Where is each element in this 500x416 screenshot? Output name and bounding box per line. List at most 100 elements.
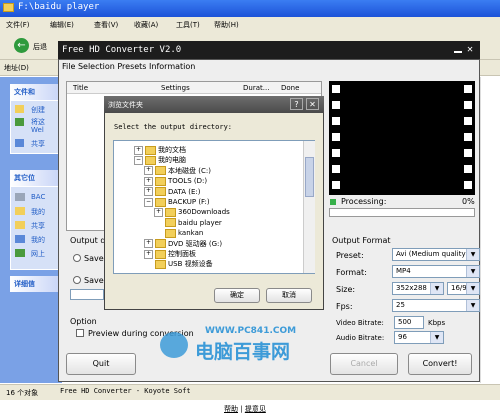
tree-item[interactable]: + 控制面板 — [144, 249, 196, 260]
expand-icon[interactable]: + — [144, 239, 153, 249]
film-holes-right — [464, 85, 472, 191]
menu-favorites[interactable]: 收藏(A) — [134, 20, 158, 30]
back-button-label[interactable]: 后退 — [33, 42, 47, 52]
expand-icon[interactable]: + — [134, 145, 143, 155]
cancel-button[interactable]: Cancel — [330, 353, 398, 375]
minimize-button[interactable] — [454, 45, 462, 53]
aspect-select[interactable]: 16/9 ▼ — [447, 282, 480, 295]
video-bitrate-label: Video Bitrate: — [336, 319, 384, 327]
other-places-title: 其它位 — [14, 174, 35, 182]
col-settings[interactable]: Settings — [161, 84, 190, 92]
file-tasks-header[interactable]: 文件和 — [10, 84, 62, 100]
preview-checkbox[interactable] — [76, 329, 84, 337]
tree-item[interactable]: − BACKUP (F:) — [144, 197, 210, 208]
expand-icon[interactable]: + — [144, 187, 153, 197]
tree-item-label: USB 视频设备 — [168, 260, 213, 269]
menu-information[interactable]: Information — [149, 62, 195, 71]
help-link[interactable]: 帮助 — [224, 405, 238, 413]
tree-item[interactable]: + 本地磁盘 (C:) — [144, 166, 211, 177]
expand-icon[interactable]: + — [154, 207, 163, 217]
menu-file[interactable]: 文件(F) — [6, 20, 30, 30]
menu-selection[interactable]: Selection — [78, 62, 115, 71]
tree-item[interactable]: baidu player — [154, 218, 222, 229]
drive-icon — [15, 193, 25, 201]
expand-icon[interactable]: + — [144, 249, 153, 259]
chevron-down-icon: ▼ — [466, 283, 479, 294]
chevron-down-icon: ▼ — [430, 332, 443, 343]
menu-view[interactable]: 查看(V) — [94, 20, 118, 30]
explorer-content-right — [480, 77, 500, 383]
menu-edit[interactable]: 编辑(E) — [50, 20, 74, 30]
radio-save-here-2[interactable] — [73, 276, 81, 284]
watermark-brand: 电脑百事网 — [195, 341, 291, 363]
dialog-close-button[interactable]: ✕ — [306, 98, 319, 110]
video-bitrate-input[interactable]: 500 — [394, 316, 424, 329]
task-item[interactable]: 创建 — [31, 105, 45, 115]
collapse-icon[interactable]: − — [134, 155, 143, 165]
audio-bitrate-select[interactable]: 96 ▼ — [394, 331, 444, 344]
col-title[interactable]: Title — [73, 84, 88, 92]
dialog-cancel-button[interactable]: 取消 — [266, 288, 312, 303]
converter-titlebar: Free HD Converter V2.0 ✕ — [58, 41, 480, 59]
folder-icon — [165, 218, 176, 228]
table-header-row: Title Settings Durat... Done — [67, 82, 321, 94]
menu-file[interactable]: File — [62, 62, 75, 71]
place-item[interactable]: 共享 — [31, 221, 45, 231]
task-item[interactable]: 共享 — [31, 139, 45, 149]
col-duration[interactable]: Durat... — [243, 84, 269, 92]
tree-item-label: DVD 驱动器 (G:) — [168, 239, 223, 248]
place-item[interactable]: 网上 — [31, 249, 45, 259]
output-path-field[interactable] — [70, 289, 104, 300]
place-item[interactable]: 我的 — [31, 207, 45, 217]
details-header[interactable]: 详细信 — [10, 276, 62, 292]
menu-help[interactable]: 帮助(H) — [214, 20, 239, 30]
task-item[interactable]: Wel — [31, 126, 44, 134]
menu-tools[interactable]: 工具(T) — [176, 20, 200, 30]
expand-icon[interactable]: + — [144, 176, 153, 186]
size-label: Size: — [336, 285, 356, 294]
tree-scrollbar[interactable] — [303, 141, 315, 273]
tree-item-label: DATA (E:) — [168, 187, 201, 196]
folder-icon — [155, 176, 166, 186]
converter-title: Free HD Converter V2.0 — [62, 45, 182, 55]
tree-item[interactable]: + DVD 驱动器 (G:) — [144, 239, 222, 250]
tree-item[interactable]: + DATA (E:) — [144, 187, 201, 198]
folder-tree[interactable]: + 我的文档 − 我的电脑 + 本地磁盘 (C:) + TOOLS (D:) + DATA (E:… — [113, 140, 315, 274]
object-count: 16 个对象 — [6, 389, 39, 397]
format-select[interactable]: MP4 ▼ — [392, 265, 480, 278]
dialog-ok-button[interactable]: 确定 — [214, 288, 260, 303]
place-item[interactable]: BAC — [31, 193, 45, 201]
feedback-link[interactable]: 提意见 — [245, 405, 266, 413]
tree-item[interactable]: +360Downloads — [154, 207, 230, 218]
tree-item[interactable]: + 我的文档 — [134, 145, 186, 156]
collapse-icon[interactable]: − — [144, 197, 153, 207]
tree-item-label: kankan — [178, 229, 204, 238]
folder-icon — [155, 166, 166, 176]
tree-item[interactable]: − 我的电脑 — [134, 155, 186, 166]
watermark-url: WWW.PC841.COM — [205, 326, 297, 336]
other-places-header[interactable]: 其它位 — [10, 170, 62, 186]
scroll-thumb[interactable] — [305, 157, 314, 197]
radio-save-here-1[interactable] — [73, 254, 81, 262]
fps-select[interactable]: 25 ▼ — [392, 299, 480, 312]
size-value: 352x288 — [396, 284, 427, 292]
tree-item[interactable]: + TOOLS (D:) — [144, 176, 207, 187]
close-icon[interactable]: ✕ — [467, 41, 473, 59]
address-label: 地址(D) — [4, 64, 29, 72]
preset-select[interactable]: Avi (Medium quality) ▼ — [392, 248, 480, 261]
convert-button[interactable]: Convert! — [408, 353, 472, 375]
folder-icon — [145, 155, 156, 165]
processing-label: Processing: — [341, 197, 387, 206]
tree-item[interactable]: kankan — [154, 228, 203, 239]
help-button[interactable]: ? — [290, 98, 303, 110]
other-places-box: BAC 我的 共享 我的 网上 — [10, 186, 62, 270]
quit-button[interactable]: Quit — [66, 353, 136, 375]
menu-presets[interactable]: Presets — [117, 62, 146, 71]
expand-icon[interactable]: + — [144, 166, 153, 176]
col-done[interactable]: Done — [281, 84, 299, 92]
tree-item[interactable]: USB 视频设备 — [144, 259, 213, 270]
back-arrow-icon[interactable]: ← — [14, 38, 29, 53]
place-item[interactable]: 我的 — [31, 235, 45, 245]
size-select[interactable]: 352x288 ▼ — [392, 282, 444, 295]
help-icon: ? — [294, 100, 299, 109]
